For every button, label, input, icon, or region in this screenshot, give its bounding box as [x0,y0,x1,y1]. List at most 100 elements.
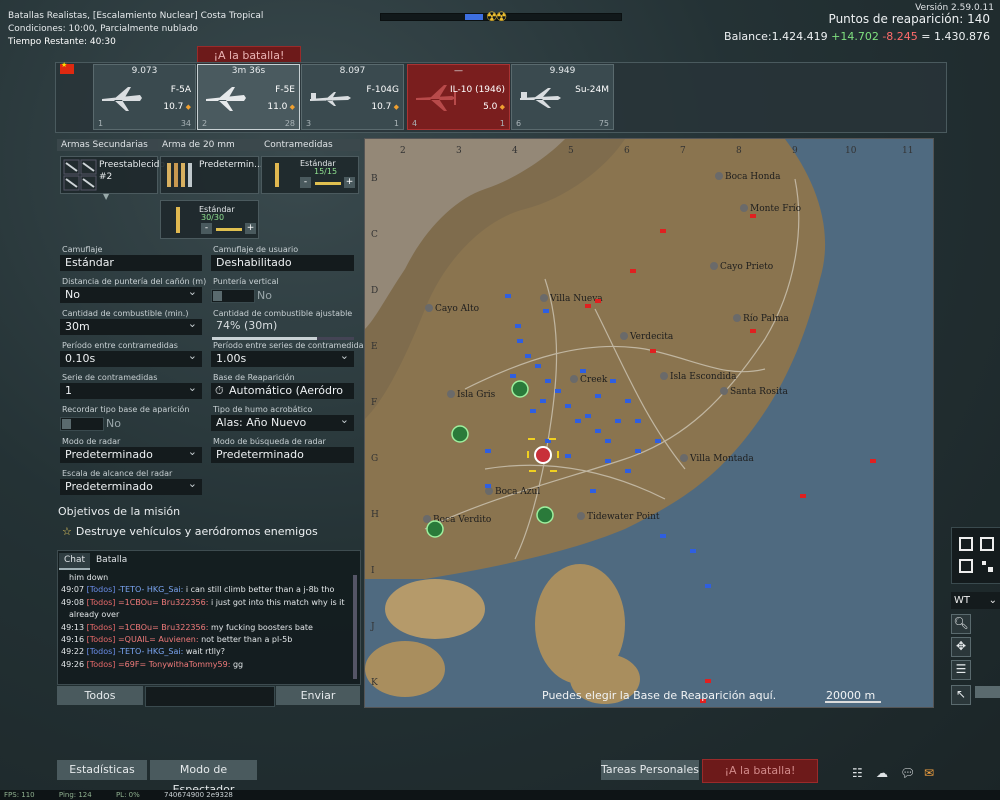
ally-unit-marker [505,294,511,298]
user-camo-label: Camuflaje de usuario [213,245,299,254]
remember-base-toggle[interactable] [60,417,104,431]
jet-icon [520,88,561,108]
camo-label: Camuflaje [62,245,103,254]
counter-increase-button[interactable]: + [344,177,355,188]
ammo-increase-button[interactable]: + [245,223,256,234]
settings-sliders-icon[interactable]: ☰ [951,660,971,680]
cm-series-select[interactable]: 1 [60,380,202,399]
fps: FPS: 110 [4,791,35,799]
camo-field[interactable]: Estándar [60,255,202,271]
personal-tasks-button[interactable]: Tareas Personales [601,760,699,780]
chat-player[interactable]: =69F= TonywithaTommy59: [118,660,233,669]
list-icon[interactable]: ☷ [852,766,863,780]
fuel-slider[interactable] [212,337,354,340]
vehicle-name: F-5E [275,85,295,95]
map-place-label: Verdecita [629,332,674,342]
chat-player[interactable]: =1CBOu= Bru322356: [118,623,211,632]
gun-ammo-slot[interactable]: Estándar 30/30 - + [160,200,259,239]
vehicle-card-4[interactable]: — IL-10 (1946) 5.0 4 1 [407,64,510,130]
smoke-select[interactable]: Alas: Año Nuevo [211,412,354,431]
balance-total: = 1.430.876 [921,30,990,43]
enemy-unit-marker [585,304,591,308]
gun-distance-select[interactable]: No [60,284,202,303]
user-camo-field[interactable]: Deshabilitado [211,255,354,271]
respawn-point-icon[interactable] [451,425,469,443]
enemy-unit-marker [630,269,636,273]
cm-series-period-select[interactable]: 1.00s [211,348,354,367]
language-select[interactable]: WT ⌄ [951,592,1000,609]
respawn-point-icon[interactable] [426,520,444,538]
chat-player[interactable]: =QUAIL= Auvienen: [118,635,201,644]
respawn-point-icon[interactable] [511,380,529,398]
vehicle-rp: 34 [180,119,191,128]
enemy-unit-marker [705,679,711,683]
map-place-label: Río Palma [743,313,789,324]
cursor-icon[interactable]: ↖ [951,685,971,705]
svg-text:G: G [371,454,378,464]
respawn-base-value: Automático (Aeródro [229,384,344,397]
secondary-preset: Preestablecido [99,160,165,170]
statistics-button[interactable]: Estadísticas [57,760,147,780]
respawn-base-select[interactable]: ⏱ Automático (Aeródro [211,383,354,399]
vertical-aim-toggle[interactable] [211,289,255,303]
chat-message-text: not better than a pl-5b [201,635,293,645]
chat-send-button[interactable]: Enviar [276,686,360,705]
countermeasure-slot[interactable]: Estándar 15/15 - + [261,156,359,194]
ammo-belt-icon [167,163,192,187]
chat-icon[interactable]: 💬︎ [900,766,915,780]
ammo-slider[interactable] [216,228,242,231]
vehicle-number: 1 [98,119,104,128]
spectator-mode-button[interactable]: Modo de Espectador [150,760,257,796]
map-city-marker [425,304,433,312]
vehicle-card-2[interactable]: 3m 36s F-5E 11.0 2 28 [197,64,300,130]
gun-distance-label: Distancia de puntería del cañón (m) [62,277,207,286]
chat-player[interactable]: =1CBOu= Bru322356: [118,598,211,607]
counter-slider[interactable] [315,182,341,185]
svg-text:3: 3 [456,146,462,156]
chat-message-text: gg [232,659,244,669]
ally-unit-marker [565,404,571,408]
map-place-label: Boca Honda [725,172,781,182]
chat-mode-button[interactable]: Todos [57,686,143,705]
mode-toggle[interactable] [975,686,1000,698]
tactical-map[interactable]: 2 3 4 5 6 7 8 9 10 11 B C D E F G H I J K Boca Honda Monte … [364,138,934,708]
vehicle-number: 2 [202,119,208,128]
gun-belt-slot[interactable]: Predetermin... [160,156,263,194]
radar-scale-select[interactable]: Predeterminado [60,476,202,495]
chat-input[interactable] [145,686,275,707]
cm-period-select[interactable]: 0.10s [60,348,202,367]
respawn-point-icon[interactable] [536,506,554,524]
vertical-aim-value: No [257,289,272,302]
to-battle-button-bottom[interactable]: ¡A la batalla! [702,759,818,783]
vehicle-card-5[interactable]: 9.949 Su-24M 6 75 [511,64,614,130]
vehicle-card-3[interactable]: 8.097 F-104G 10.7 3 1 [301,64,404,130]
mail-icon[interactable]: ✉ [924,766,934,780]
squad-icon[interactable]: ☁ [876,766,888,780]
chat-line: 49:08 [Todos] =1CBOu= Bru322356: i just … [61,597,351,609]
zoom-icon[interactable]: 🔍︎ [951,614,971,634]
counter-decrease-button[interactable]: - [300,177,311,188]
tab-chat[interactable]: Chat [59,553,91,570]
chat-team: [Todos] [86,659,118,669]
fuel-select[interactable]: 30m [60,316,202,335]
secondary-weapons-slot[interactable]: Preestablecido #2 [60,156,165,194]
tab-battle[interactable]: Batalla [91,553,132,568]
move-icon[interactable]: ✥ [951,637,971,657]
svg-text:7: 7 [680,146,686,156]
chat-player[interactable]: -TETO- HKG_Sai: [118,585,186,594]
vertical-aim-label: Puntería vertical [213,277,279,286]
vehicle-card-1[interactable]: 9.073 F-5A 10.7 1 34 [93,64,196,130]
ally-unit-marker [535,364,541,368]
chat-player[interactable]: -TETO- HKG_Sai: [118,647,186,656]
cm-period-label: Período entre contramedidas [62,341,178,350]
vehicle-rp: 28 [284,119,295,128]
vehicle-name: F-5A [170,85,191,95]
chevron-down-icon[interactable]: ▼ [103,192,109,201]
chat-scrollbar[interactable] [353,575,357,679]
qr-code-icon[interactable] [951,527,1000,584]
chat-message-text: my fucking boosters bate [210,622,313,632]
map-scale-bar [825,701,881,703]
radar-mode-select[interactable]: Predeterminado [60,444,202,463]
radar-search-field[interactable]: Predeterminado [211,447,354,463]
ammo-decrease-button[interactable]: - [201,223,212,234]
